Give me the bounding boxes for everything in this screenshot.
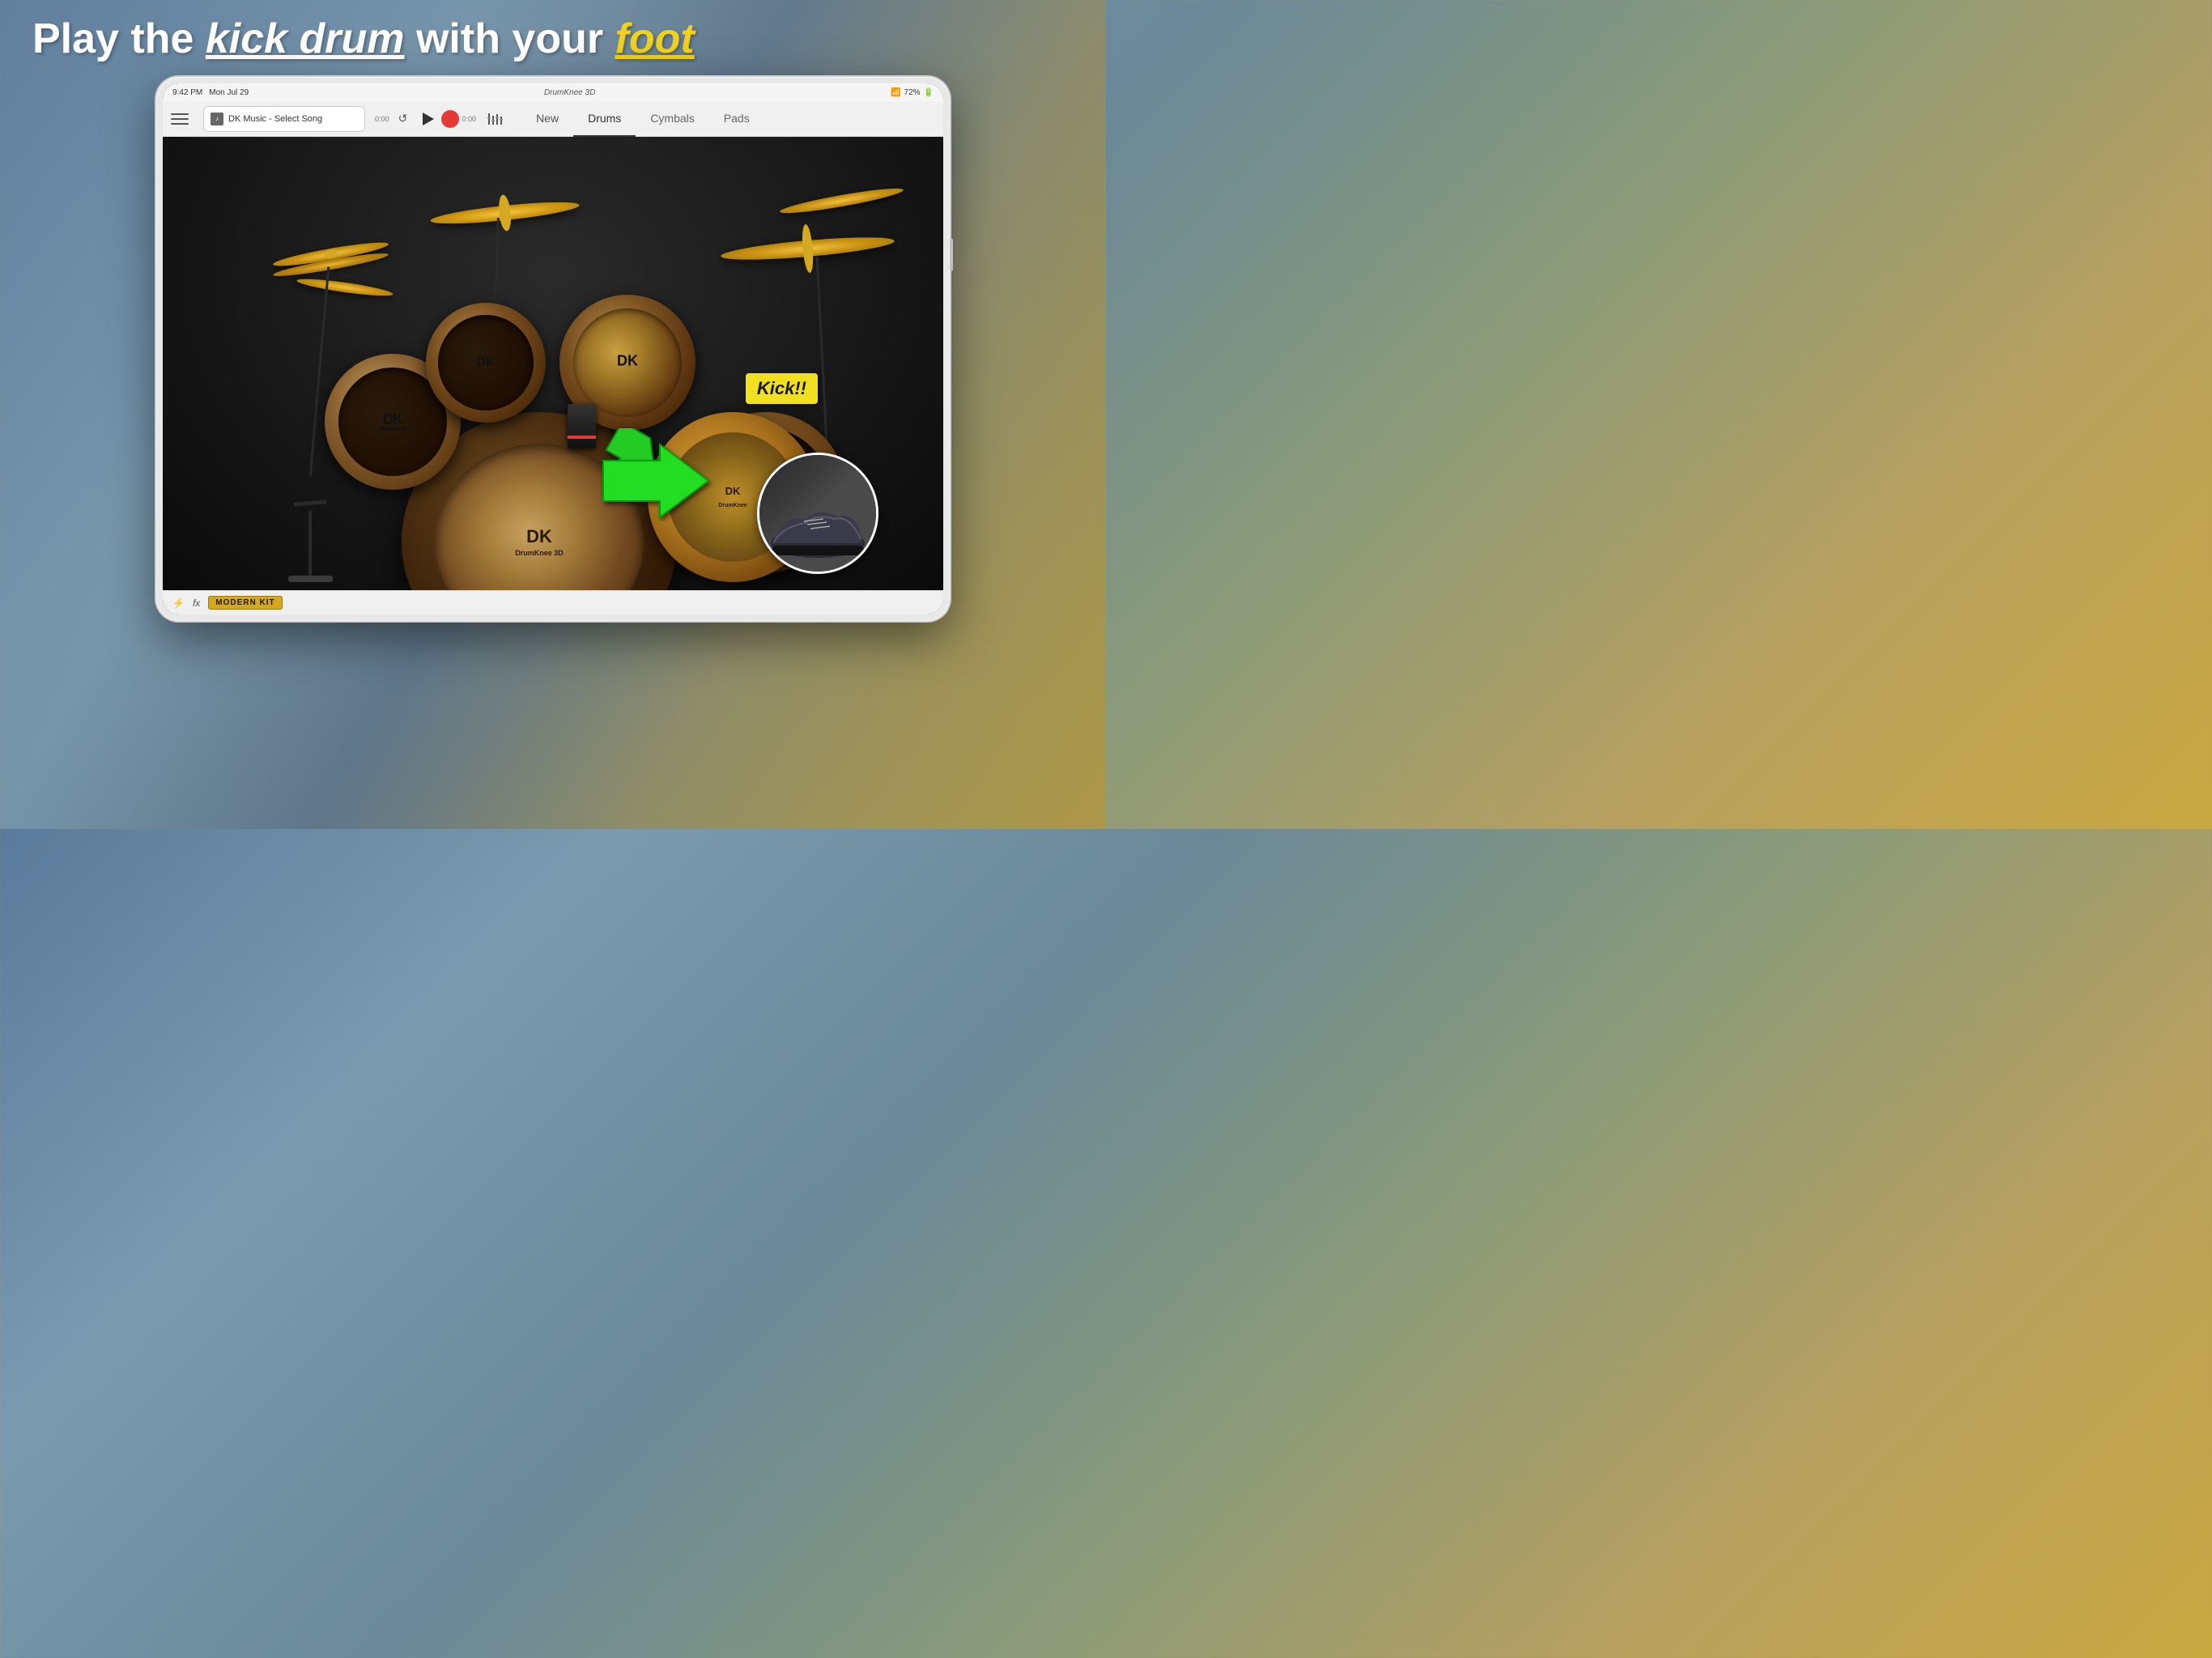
crash-cymbal-left[interactable]	[296, 276, 394, 300]
record-button[interactable]	[441, 110, 459, 128]
headline-kick-drum: kick drum	[206, 15, 405, 62]
refresh-button[interactable]: ↺	[393, 108, 414, 130]
headline-foot: foot	[615, 15, 695, 62]
tab-drums[interactable]: Drums	[573, 101, 636, 137]
status-bar: 9:42 PM Mon Jul 29 DrumKnee 3D 📶 72% 🔋	[163, 83, 943, 101]
menu-line-1	[171, 113, 189, 115]
ipad-screen: 9:42 PM Mon Jul 29 DrumKnee 3D 📶 72% 🔋	[163, 83, 943, 614]
bottom-bar: ⚡ fx MODERN KIT	[163, 590, 943, 614]
menu-button[interactable]	[171, 106, 197, 132]
stand-crash-right	[815, 257, 828, 459]
headline-prefix: Play the	[32, 15, 206, 62]
wifi-icon: 📶	[891, 88, 900, 97]
menu-line-3	[171, 123, 189, 125]
status-date: Mon Jul 29	[209, 88, 249, 97]
bluetooth-icon: ⚡	[172, 597, 185, 609]
play-icon	[423, 113, 434, 125]
tab-new[interactable]: New	[521, 101, 573, 137]
hihat-pedal[interactable]	[288, 501, 337, 582]
crash-cymbal-right[interactable]	[721, 233, 895, 265]
song-icon: ♪	[211, 113, 223, 125]
page-headline: Play the kick drum with your foot	[24, 16, 1082, 62]
ride-cymbal[interactable]	[430, 198, 581, 228]
play-button[interactable]	[417, 108, 438, 130]
headline-middle: with your	[405, 15, 615, 62]
power-button[interactable]	[950, 239, 953, 271]
tom-1[interactable]: DK	[426, 303, 546, 423]
shoe-circle	[757, 453, 878, 574]
kick-arrow	[595, 440, 717, 525]
time-display-left: 0:00	[375, 115, 389, 123]
mixer-button[interactable]	[483, 107, 507, 131]
app-title: DrumKnee 3D	[544, 88, 595, 97]
song-title: DK Music - Select Song	[228, 114, 322, 124]
transport-controls: 0:00 ↺ 0:00	[375, 108, 476, 130]
fx-label: fx	[193, 597, 200, 609]
toolbar: ♪ DK Music - Select Song 0:00 ↺ 0:00	[163, 101, 943, 137]
ipad-device: 9:42 PM Mon Jul 29 DrumKnee 3D 📶 72% 🔋	[156, 77, 950, 621]
song-selector[interactable]: ♪ DK Music - Select Song	[203, 106, 365, 132]
shoe-image	[759, 455, 876, 572]
drum-area[interactable]: DKDrumKnee 3D DK DK	[163, 137, 943, 590]
tab-cymbals[interactable]: Cymbals	[636, 101, 708, 137]
tab-pads[interactable]: Pads	[709, 101, 764, 137]
battery-level: 72%	[904, 88, 921, 97]
drum-scene: DKDrumKnee 3D DK DK	[163, 137, 943, 590]
kick-label: Kick!!	[746, 373, 818, 404]
battery-icon: 🔋	[924, 88, 934, 97]
time-display-right: 0:00	[462, 115, 477, 123]
splash-cymbal[interactable]	[779, 185, 904, 218]
status-time: 9:42 PM	[172, 88, 202, 97]
menu-line-2	[171, 118, 189, 120]
stand-hihat	[309, 267, 330, 477]
kit-badge[interactable]: MODERN KIT	[208, 596, 282, 610]
nav-tabs: New Drums Cymbals Pads	[521, 101, 764, 137]
